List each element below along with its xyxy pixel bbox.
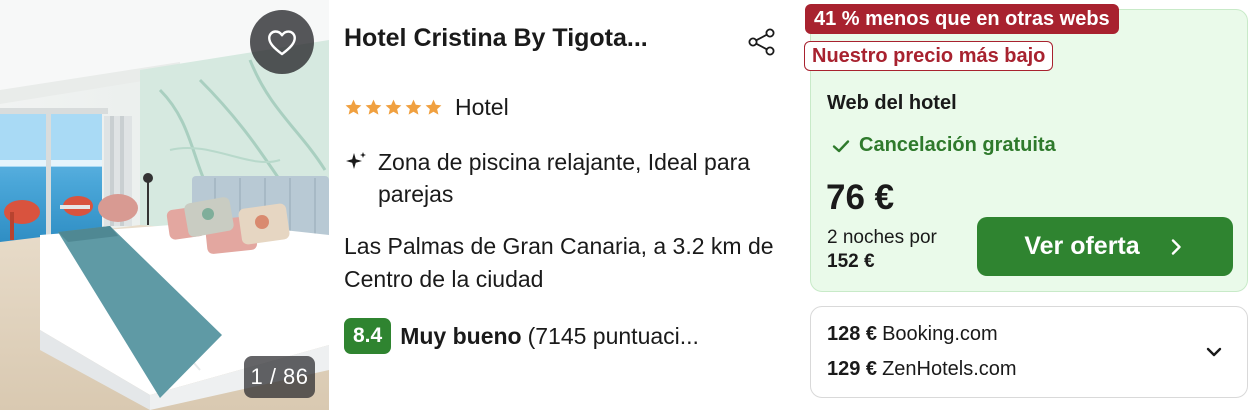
star-icon <box>405 99 422 115</box>
rating-label: Muy bueno <box>400 322 522 349</box>
rating-score-badge: 8.4 <box>344 318 392 354</box>
offer-provider: Web del hotel <box>827 92 957 114</box>
hotel-location: Las Palmas de Gran Canaria, a 3.2 km de … <box>344 233 774 292</box>
share-button[interactable] <box>746 26 778 58</box>
view-offer-button[interactable]: Ver oferta <box>977 217 1233 276</box>
total-price-info: 2 noches por 152 € <box>827 226 977 274</box>
chevron-right-icon <box>1171 238 1181 255</box>
hotel-result-card[interactable]: 1 / 86 Hotel Cristina By Tigota... Hotel… <box>0 0 1256 410</box>
other-offers-dropdown[interactable]: 128 € Booking.com 129 € ZenHotels.com <box>810 306 1248 398</box>
view-offer-label: Ver oferta <box>1024 232 1140 260</box>
hotel-photo[interactable]: 1 / 86 <box>0 0 329 410</box>
cancellation-text: Cancelación gratuita <box>859 134 1056 156</box>
other-offer-price: 129 € <box>827 358 878 380</box>
share-icon <box>748 28 775 56</box>
hotel-type: Hotel <box>455 94 509 120</box>
star-icon <box>365 99 382 115</box>
other-offer-row[interactable]: 129 € ZenHotels.com <box>827 358 1017 381</box>
highlight-text: Zona de piscina relajante, Ideal para pa… <box>378 149 751 207</box>
free-cancellation: Cancelación gratuita <box>831 134 1056 157</box>
hotel-info: Hotel Cristina By Tigota... Hotel Zona d… <box>344 0 789 410</box>
checkmark-icon <box>832 139 850 152</box>
heart-outline-icon <box>268 30 296 56</box>
star-icon <box>385 99 402 115</box>
hotel-highlight: Zona de piscina relajante, Ideal para pa… <box>344 146 784 210</box>
discount-badge: 41 % menos que en otras webs <box>805 4 1119 34</box>
chevron-down-icon[interactable] <box>1203 341 1225 363</box>
other-offer-site: Booking.com <box>882 323 998 345</box>
total-price: 152 € <box>827 251 875 272</box>
other-offer-price: 128 € <box>827 323 878 345</box>
nights-label: 2 noches por <box>827 227 937 248</box>
star-rating <box>344 98 443 117</box>
other-offer-site: ZenHotels.com <box>882 358 1017 380</box>
favorite-button[interactable] <box>250 10 314 74</box>
lowest-price-badge: Nuestro precio más bajo <box>804 41 1054 71</box>
nightly-price: 76 € <box>826 178 895 217</box>
sparkle-icon <box>346 152 366 169</box>
other-offer-row[interactable]: 128 € Booking.com <box>827 323 998 346</box>
photo-counter: 1 / 86 <box>244 356 315 398</box>
rating-count: (7145 puntuaci... <box>527 322 699 349</box>
hotel-class-row: Hotel <box>344 94 509 121</box>
star-icon <box>345 99 362 115</box>
hotel-name[interactable]: Hotel Cristina By Tigota... <box>344 24 724 53</box>
review-rating[interactable]: 8.4 Muy bueno (7145 puntuaci... <box>344 318 789 354</box>
star-icon <box>425 99 442 115</box>
